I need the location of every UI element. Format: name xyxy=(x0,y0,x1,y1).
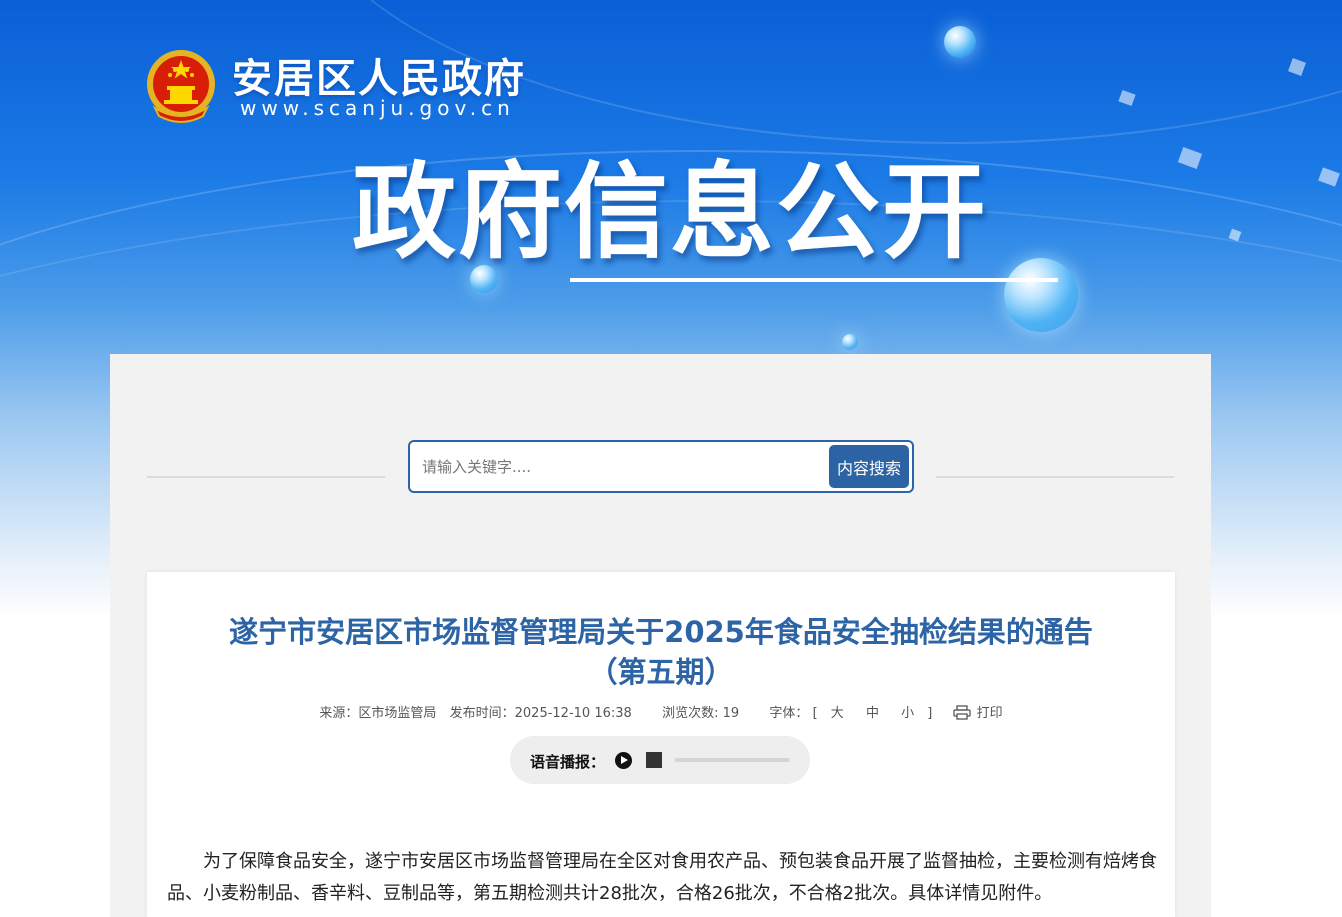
printer-icon xyxy=(952,705,971,720)
banner-bubble xyxy=(1004,258,1078,332)
hero-underline xyxy=(570,278,1058,282)
play-icon[interactable] xyxy=(615,752,632,769)
print-button[interactable]: 打印 xyxy=(952,702,1003,721)
article-meta: 来源：区市场监管局 发布时间：2025-12-10 16:38 浏览次数: 19… xyxy=(147,702,1175,721)
meta-source: 来源：区市场监管局 xyxy=(319,706,437,721)
meta-publish-time: 发布时间：2025-12-10 16:38 xyxy=(449,706,632,721)
meta-bracket-open: [ xyxy=(812,706,818,721)
search-divider-right xyxy=(936,476,1174,478)
search-divider-left xyxy=(147,476,385,478)
audio-progress-bar[interactable] xyxy=(675,758,790,762)
banner-cube xyxy=(1177,147,1203,169)
banner-bubble xyxy=(842,334,858,350)
meta-bracket-close: ] xyxy=(927,706,933,721)
print-label: 打印 xyxy=(976,706,1003,721)
search-button[interactable]: 内容搜索 xyxy=(829,445,909,488)
article-title: 遂宁市安居区市场监督管理局关于2025年食品安全抽检结果的通告 （第五期） xyxy=(147,612,1175,692)
site-url: www.scanju.gov.cn xyxy=(240,96,515,120)
article-body: 为了保障食品安全，遂宁市安居区市场监督管理局在全区对食用农产品、预包装食品开展了… xyxy=(167,851,1157,904)
audio-label: 语音播报： xyxy=(530,753,606,771)
font-size-large-button[interactable]: 大 xyxy=(831,702,844,721)
audio-player: 语音播报： xyxy=(510,736,810,784)
font-size-medium-button[interactable]: 中 xyxy=(866,702,879,721)
search-input[interactable] xyxy=(420,452,824,482)
national-emblem-icon xyxy=(147,50,215,123)
banner-bubble xyxy=(944,26,976,58)
article-title-line1: 遂宁市安居区市场监督管理局关于2025年食品安全抽检结果的通告 xyxy=(229,615,1093,649)
article-card: 遂宁市安居区市场监督管理局关于2025年食品安全抽检结果的通告 （第五期） 来源… xyxy=(147,572,1175,917)
hero-title: 政府信息公开 xyxy=(352,151,989,273)
meta-views: 浏览次数: 19 xyxy=(662,706,740,721)
font-size-small-button[interactable]: 小 xyxy=(901,702,914,721)
article-title-line2: （第五期） xyxy=(588,655,734,689)
stop-icon[interactable] xyxy=(646,752,662,768)
search-box: 内容搜索 xyxy=(408,440,914,493)
meta-font-label: 字体： xyxy=(769,706,809,721)
banner-cube xyxy=(1318,167,1340,187)
